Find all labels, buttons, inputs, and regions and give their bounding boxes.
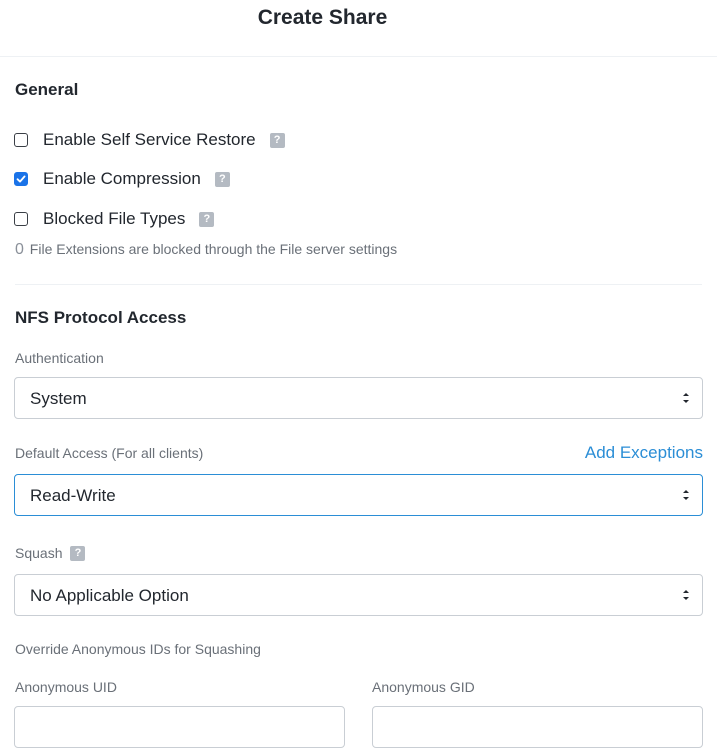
anonymous-uid-label: Anonymous UID [15, 679, 117, 695]
squash-select[interactable]: No Applicable Option [14, 574, 703, 616]
dialog-title: Create Share [257, 6, 388, 29]
select-arrows-icon [683, 490, 689, 500]
help-icon[interactable]: ? [70, 545, 86, 561]
blocked-note-text: File Extensions are blocked through the … [29, 241, 398, 257]
general-section-title: General [15, 80, 79, 99]
anonymous-gid-input[interactable] [372, 706, 703, 748]
default-access-value: Read-Write [30, 486, 116, 505]
select-arrows-icon [683, 393, 689, 403]
checkmark-icon [16, 175, 26, 183]
compression-checkbox[interactable] [14, 172, 28, 186]
help-icon[interactable]: ? [199, 211, 215, 227]
squash-value: No Applicable Option [30, 586, 189, 605]
authentication-value: System [30, 389, 87, 408]
blocked-file-types-checkbox[interactable] [14, 212, 28, 226]
anonymous-uid-input[interactable] [14, 706, 345, 748]
self-service-restore-checkbox[interactable] [14, 133, 28, 147]
help-icon[interactable]: ? [269, 132, 285, 148]
blocked-count: 0 [15, 241, 24, 258]
authentication-label: Authentication [15, 350, 104, 366]
dialog-header: Create Share [0, 0, 717, 57]
default-access-select[interactable]: Read-Write [14, 474, 703, 516]
self-service-restore-row: Enable Self Service Restore ? [14, 130, 285, 150]
select-arrows-icon [683, 590, 689, 600]
compression-label: Enable Compression [43, 169, 201, 188]
default-access-label: Default Access (For all clients) [15, 445, 204, 461]
compression-row: Enable Compression ? [14, 169, 230, 189]
blocked-file-types-row: Blocked File Types ? [14, 209, 215, 229]
nfs-section-title: NFS Protocol Access [15, 308, 187, 327]
add-exceptions-link[interactable]: Add Exceptions [585, 443, 703, 463]
squash-label: Squash [15, 545, 63, 561]
section-divider [15, 284, 702, 285]
self-service-restore-label: Enable Self Service Restore [43, 130, 256, 149]
anonymous-gid-label: Anonymous GID [372, 679, 475, 695]
authentication-select[interactable]: System [14, 377, 703, 419]
blocked-file-types-label: Blocked File Types [43, 209, 186, 228]
help-icon[interactable]: ? [214, 171, 230, 187]
create-share-dialog: Create Share General Enable Self Service… [0, 0, 717, 753]
blocked-extensions-note: 0 File Extensions are blocked through th… [15, 241, 397, 259]
squash-label-row: Squash ? [15, 545, 86, 561]
override-anonymous-ids-label: Override Anonymous IDs for Squashing [15, 641, 261, 657]
